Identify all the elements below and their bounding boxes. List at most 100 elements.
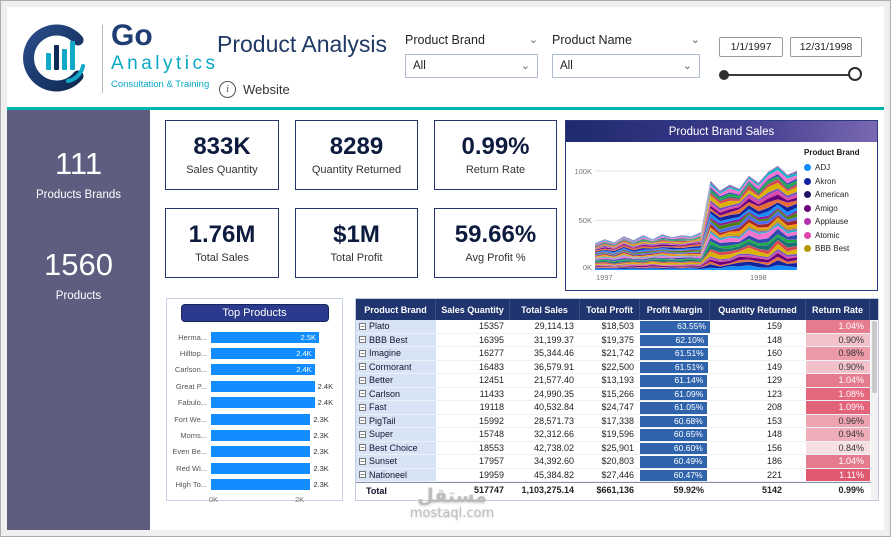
end-date-input[interactable]: 12/31/1998	[790, 37, 862, 57]
product-brand-filter-header[interactable]: Product Brand ⌄	[405, 33, 538, 47]
collapse-icon[interactable]: −	[359, 403, 366, 411]
table-row[interactable]: − Best Choice 18553 42,738.02 $25,901 60.60% 1…	[356, 441, 878, 455]
table-row[interactable]: − Fast 19118 40,532.84 $24,747 61.05% 208 1.09%	[356, 401, 878, 415]
slider-handle-right[interactable]	[848, 67, 862, 81]
stacked-area-chart[interactable]	[595, 150, 797, 270]
collapse-icon[interactable]: −	[359, 336, 366, 344]
product-brand-select[interactable]: All ⌄	[405, 54, 538, 78]
column-header[interactable]: Product Brand	[356, 299, 436, 320]
table-row[interactable]: − Plato 15357 29,114.13 $18,503 63.55% 159 1.04…	[356, 320, 878, 334]
legend-item[interactable]: Akron	[804, 175, 876, 189]
table-row[interactable]: − Carlson 11433 24,990.35 $15,266 61.09% 123 1.…	[356, 387, 878, 401]
collapse-icon[interactable]: −	[359, 376, 366, 384]
product-bar[interactable]: 2.4K	[211, 364, 315, 376]
profit-margin-bar: 60.68%	[640, 415, 707, 427]
slider-track[interactable]	[724, 74, 855, 76]
cell-total-profit: $21,742	[601, 348, 634, 358]
table-row[interactable]: − Sunset 17957 34,392.60 $20,803 60.49% 186 1.0…	[356, 455, 878, 469]
table-scrollbar[interactable]	[871, 320, 878, 500]
bar-value-label: 2.3K	[313, 463, 329, 473]
collapse-icon[interactable]: −	[359, 349, 366, 357]
bar-track: 2.3K	[211, 430, 338, 442]
column-header[interactable]: Profit Margin	[640, 299, 710, 320]
cell-total-sales: 21,577.40	[533, 375, 574, 385]
collapse-icon[interactable]: −	[359, 390, 366, 398]
slider-handle-left[interactable]	[719, 70, 729, 80]
table-row[interactable]: − Nationeel 19959 45,384.82 $27,446 60.47% 221…	[356, 468, 878, 482]
collapse-icon[interactable]: −	[359, 471, 366, 479]
cell-product-brand: − Sunset	[356, 455, 436, 468]
filter-label: Product Name	[552, 33, 632, 47]
product-bar[interactable]	[211, 380, 315, 392]
date-range-slider[interactable]	[719, 67, 862, 83]
dashboard-window: Go Analytics Consultation & Training Pro…	[0, 0, 891, 537]
legend-item[interactable]: BBB Best	[804, 242, 876, 256]
column-header[interactable]: Sales Quantity	[436, 299, 510, 320]
cell-total-sales: 1,103,275.14	[521, 485, 574, 495]
cell-sales-quantity: 16395	[478, 334, 504, 345]
cell-total-profit: $661,136	[596, 485, 634, 495]
legend-item[interactable]: Amigo	[804, 202, 876, 216]
collapse-icon[interactable]: −	[359, 363, 366, 371]
chevron-down-icon: ⌄	[520, 59, 530, 72]
cell-profit-margin: 61.09%	[640, 387, 710, 400]
legend-item[interactable]: Atomic	[804, 229, 876, 243]
cell-total-profit: $25,901	[601, 442, 634, 453]
collapse-icon[interactable]: −	[359, 417, 366, 425]
column-header[interactable]: Total Profit	[580, 299, 640, 320]
bar-track: 2.4K	[211, 348, 338, 360]
product-bar[interactable]	[211, 397, 315, 409]
table-row[interactable]: − PigTail 15992 28,571.73 $17,338 60.68% 153 0.…	[356, 414, 878, 428]
scrollbar-thumb[interactable]	[872, 321, 877, 393]
legend-item[interactable]: Applause	[804, 215, 876, 229]
collapse-icon[interactable]: −	[359, 457, 366, 465]
bar-row: High To... 2.3K	[171, 477, 338, 493]
top-products-x-axis: 0K 2K	[167, 495, 342, 507]
table-row[interactable]: − BBB Best 16395 31,199.37 $19,375 62.10% 148 0…	[356, 333, 878, 347]
cell-product-brand: − Carlson	[356, 387, 436, 400]
cell-total-profit: $22,500	[601, 361, 634, 372]
cell-sales-quantity: 19959	[478, 469, 504, 480]
profit-margin-bar: 60.49%	[640, 456, 707, 468]
product-name-select[interactable]: All ⌄	[552, 54, 700, 78]
profit-margin-bar: 61.14%	[640, 375, 708, 387]
cell-return-rate: 1.04%	[806, 455, 870, 468]
products-count-label: Products	[55, 290, 102, 302]
legend-title: Product Brand	[804, 148, 860, 157]
column-header[interactable]: Total Sales	[510, 299, 580, 320]
product-bar[interactable]	[211, 462, 311, 474]
bar-row: Fabulo... 2.4K	[171, 395, 338, 411]
website-link[interactable]: i Website	[219, 81, 290, 98]
table-row[interactable]: − Imagine 16277 35,344.46 $21,742 61.51% 160 0.…	[356, 347, 878, 361]
product-bar[interactable]: 2.5K	[211, 331, 319, 343]
collapse-icon[interactable]: −	[359, 444, 366, 452]
product-bar[interactable]	[211, 446, 311, 458]
cell-return-rate: 1.11%	[806, 468, 870, 481]
legend-item[interactable]: American	[804, 188, 876, 202]
table-row[interactable]: − Better 12451 21,577.40 $13,193 61.14% 129 1.0…	[356, 374, 878, 388]
product-bar[interactable]	[211, 413, 311, 425]
profit-margin-bar: 61.51%	[640, 361, 708, 373]
table-total-row[interactable]: Total 517747 1,103,275.14 $661,136 59.92% 514…	[356, 482, 878, 498]
logo-divider	[102, 25, 103, 93]
column-header[interactable]: Return Rate	[806, 299, 870, 320]
cell-return-rate: 1.04%	[806, 374, 870, 387]
report-canvas: Go Analytics Consultation & Training Pro…	[7, 7, 884, 530]
table-row[interactable]: − Super 15748 32,312.66 $19,596 60.65% 148 0.94…	[356, 428, 878, 442]
table-row[interactable]: − Cormorant 16483 36,579.91 $22,500 61.51% 149…	[356, 360, 878, 374]
bar-value-label: 2.3K	[313, 480, 329, 490]
collapse-icon[interactable]: −	[359, 430, 366, 438]
collapse-icon[interactable]: −	[359, 322, 366, 330]
bar-value-label: 2.5K	[300, 332, 316, 342]
product-name-filter-header[interactable]: Product Name ⌄	[552, 33, 700, 47]
start-date-input[interactable]: 1/1/1997	[719, 37, 783, 57]
product-bar[interactable]: 2.4K	[211, 348, 315, 360]
cell-sales-quantity: 16483	[478, 361, 504, 372]
product-bar[interactable]	[211, 430, 311, 442]
cell-product-brand: − Best Choice	[356, 441, 436, 454]
kpi-value: 833K	[193, 132, 251, 160]
legend-item[interactable]: ADJ	[804, 161, 876, 175]
column-header[interactable]: Quantity Returned	[710, 299, 806, 320]
cell-quantity-returned: 148	[766, 334, 782, 345]
product-bar[interactable]	[211, 479, 311, 491]
